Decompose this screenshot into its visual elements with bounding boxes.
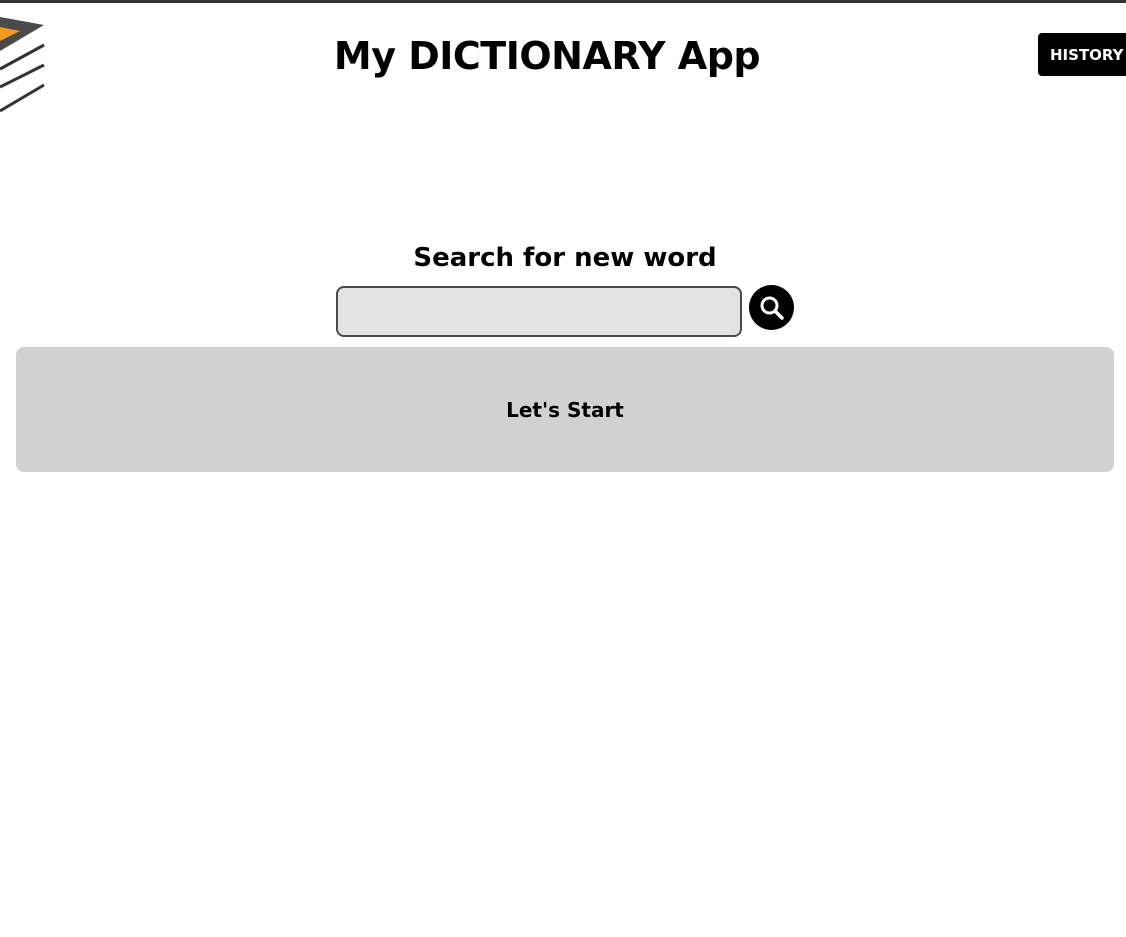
search-heading: Search for new word xyxy=(413,243,717,273)
result-message: Let's Start xyxy=(506,397,624,422)
dictionary-page: My DICTIONARY App HISTORY Search for new… xyxy=(0,0,1126,937)
result-panel: Let's Start xyxy=(16,347,1114,472)
search-input[interactable] xyxy=(336,286,742,337)
app-title: My DICTIONARY App xyxy=(333,34,761,78)
search-icon xyxy=(760,296,784,320)
history-button[interactable]: HISTORY xyxy=(1038,33,1126,76)
search-button[interactable] xyxy=(749,285,794,330)
